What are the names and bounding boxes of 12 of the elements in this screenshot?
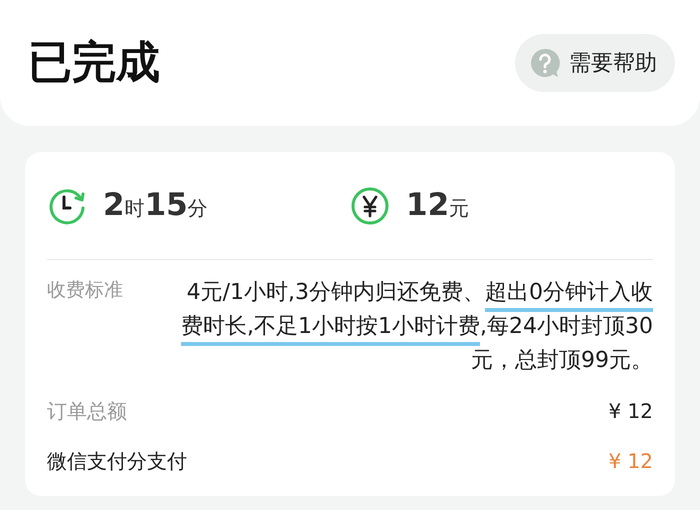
- amount-label: 微信支付分支付: [47, 448, 187, 475]
- help-button[interactable]: 需要帮助: [515, 34, 675, 92]
- help-icon: [529, 47, 561, 79]
- stat-value: 12元: [406, 186, 470, 226]
- stat-value: 2时15分: [103, 186, 208, 226]
- amount-value: ¥ 12: [608, 398, 653, 425]
- amount-value: ¥ 12: [608, 448, 653, 475]
- yen-icon: [350, 186, 390, 226]
- fee-label: 收费标准: [47, 278, 123, 303]
- page-title: 已完成: [28, 36, 160, 90]
- fee-rule-text: 4元/1小时,3分钟内归还免费、超出0分钟计入收费时长,不足1小时按1小时计费,每24小时封顶30元，总封顶99元。: [181, 279, 653, 375]
- amount-label: 订单总额: [47, 398, 127, 425]
